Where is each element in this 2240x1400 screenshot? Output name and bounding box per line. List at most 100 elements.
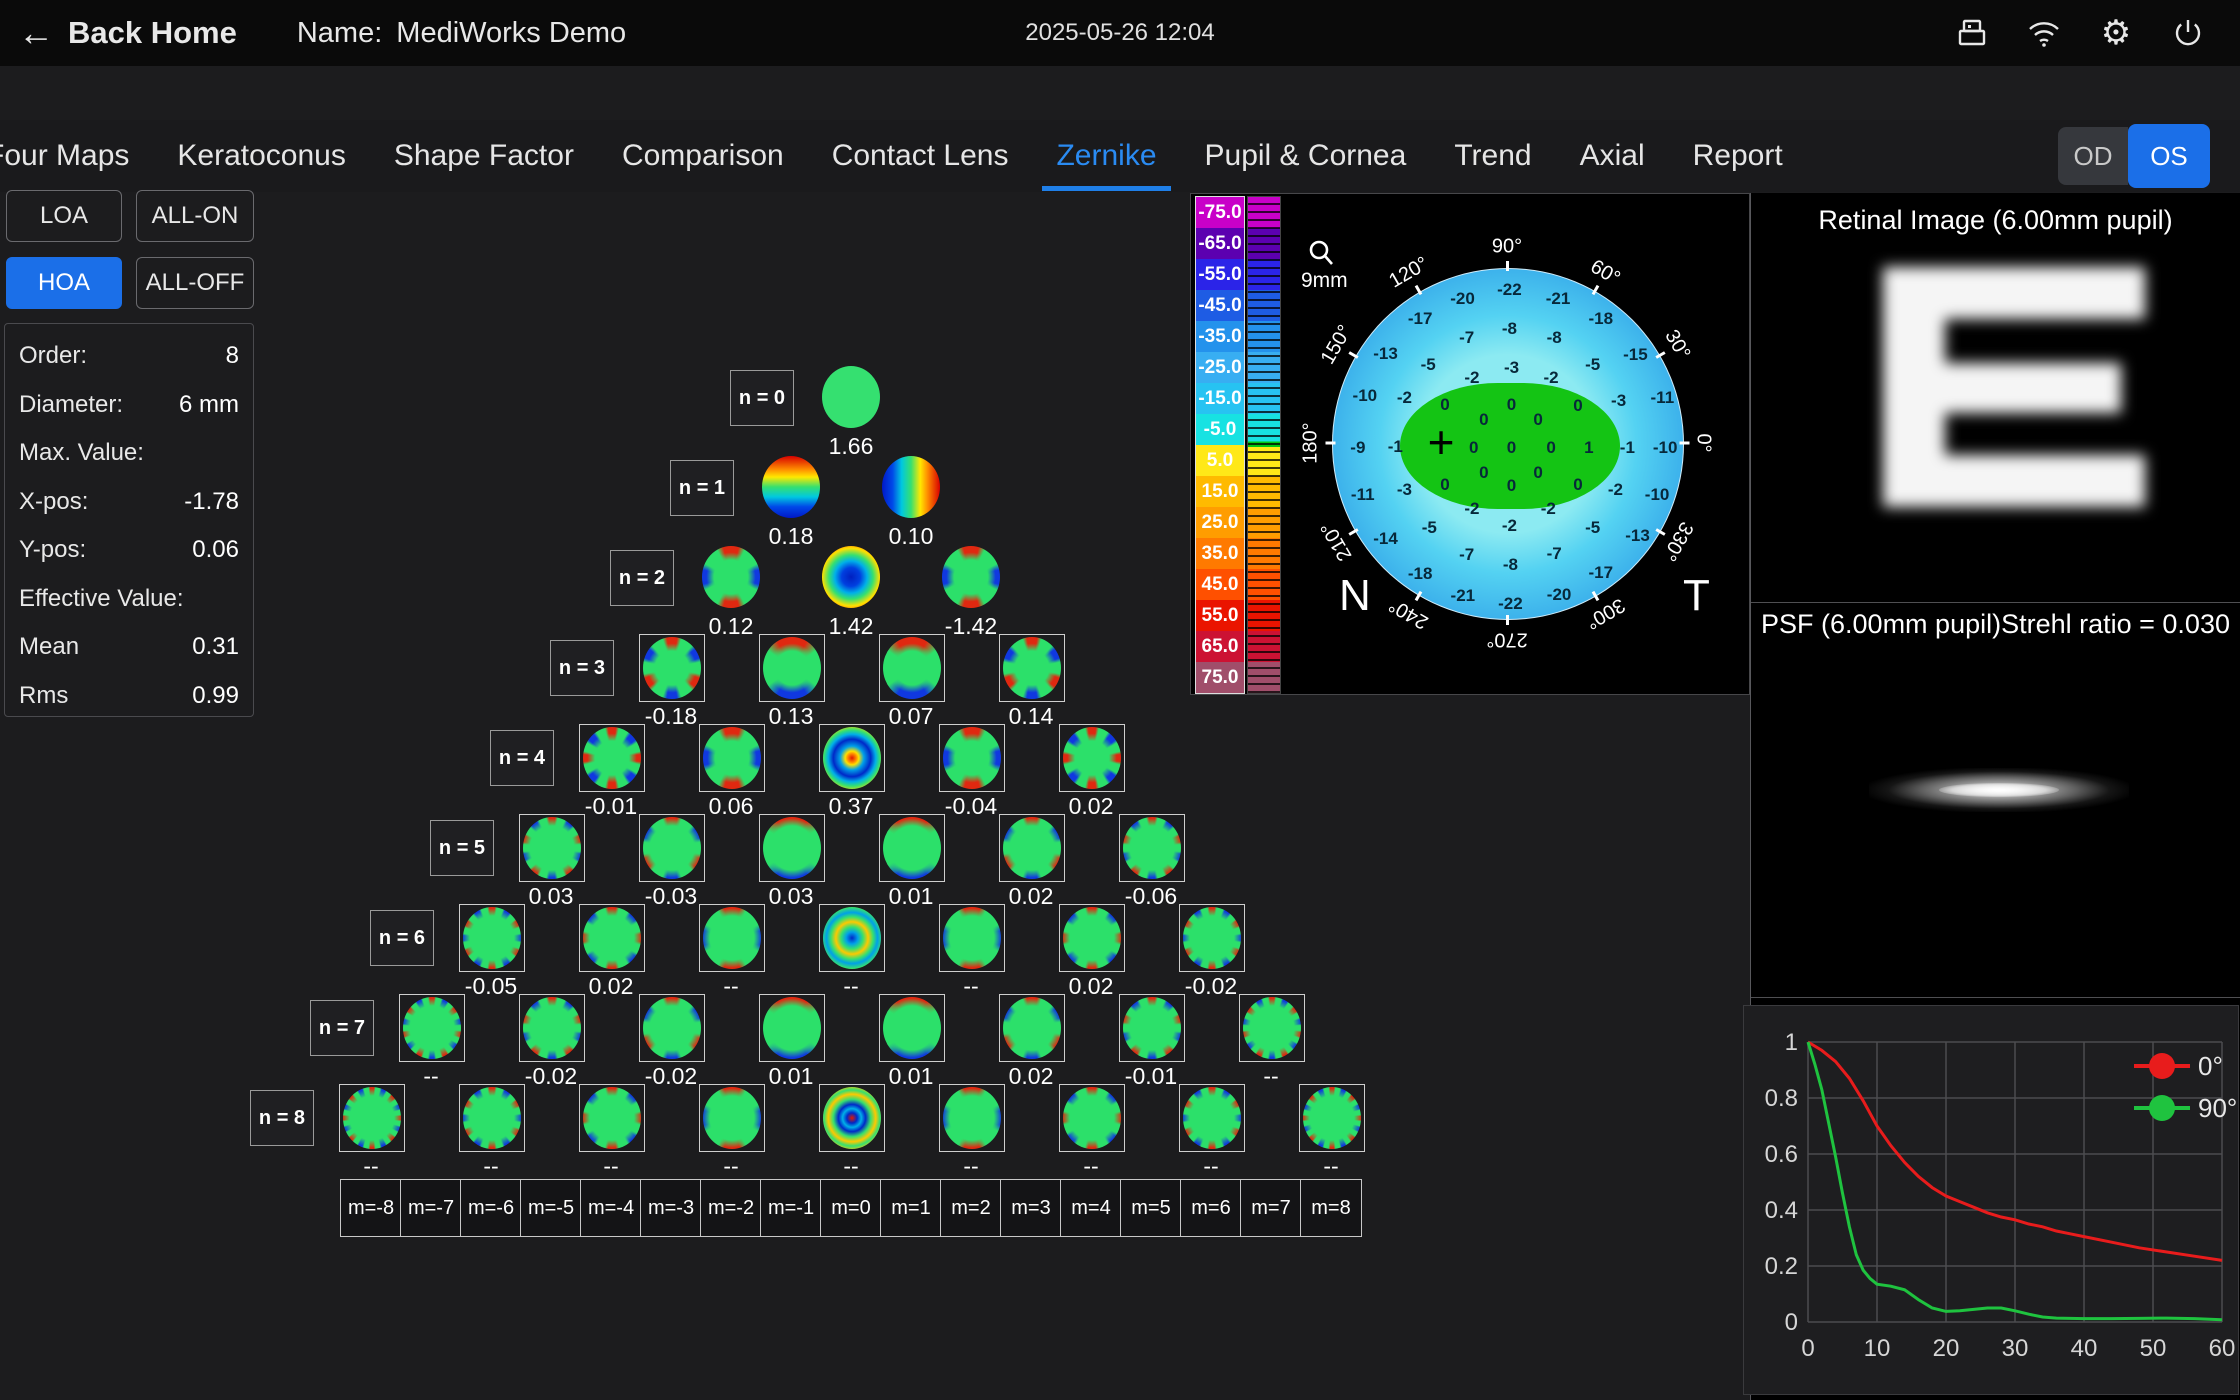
- zernike-cell-n3-m-3[interactable]: [639, 634, 705, 702]
- zernike-cell-n5-m-5[interactable]: [519, 814, 585, 882]
- zernike-polynomial-thumb: [763, 637, 821, 699]
- zernike-polynomial-thumb: [583, 727, 641, 789]
- zernike-polynomial-thumb: [1243, 997, 1301, 1059]
- retinal-image-blurred-e: [1883, 267, 2145, 507]
- zernike-cell-n4-m-4[interactable]: [579, 724, 645, 792]
- color-scale-block-65.0: 65.0: [1196, 631, 1244, 662]
- order-label-n6: n = 6: [370, 910, 434, 966]
- zernike-cell-n8-m2[interactable]: [939, 1084, 1005, 1152]
- zernike-polynomial-thumb: [1303, 1087, 1361, 1149]
- zernike-cell-n5-m1[interactable]: [879, 814, 945, 882]
- map-value-point: -17: [1588, 563, 1613, 583]
- color-scale-block--25.0: -25.0: [1196, 352, 1244, 383]
- zernike-cell-n6-m6[interactable]: [1179, 904, 1245, 972]
- m-label-4: m=4: [1060, 1179, 1122, 1237]
- map-value-point: -7: [1459, 545, 1474, 565]
- map-value-point: -20: [1450, 289, 1475, 309]
- zernike-cell-n5-m3[interactable]: [999, 814, 1065, 882]
- zernike-cell-n6-m-6[interactable]: [459, 904, 525, 972]
- zernike-cell-n2-m2[interactable]: [939, 544, 1003, 610]
- zernike-polynomial-thumb: [703, 907, 761, 969]
- mtf-chart-svg: 010203040506000.20.40.60.810°90°: [1744, 1006, 2238, 1394]
- zernike-polynomial-thumb: [643, 817, 701, 879]
- zernike-cell-n6-m-4[interactable]: [579, 904, 645, 972]
- map-value-point: -1: [1620, 438, 1635, 458]
- zernike-cell-n8-m8[interactable]: [1299, 1084, 1365, 1152]
- zernike-polynomial-thumb: [1063, 727, 1121, 789]
- zernike-polynomial-thumb: [763, 817, 821, 879]
- zernike-cell-n4-m4[interactable]: [1059, 724, 1125, 792]
- zernike-cell-n1-m-1[interactable]: [759, 454, 823, 520]
- zernike-cell-n5-m-1[interactable]: [759, 814, 825, 882]
- zernike-cell-n3-m-1[interactable]: [759, 634, 825, 702]
- zernike-cell-n7-m-1[interactable]: [759, 994, 825, 1062]
- zernike-polynomial-thumb: [1003, 817, 1061, 879]
- map-value-point: -5: [1585, 355, 1600, 375]
- svg-text:0: 0: [1785, 1309, 1798, 1336]
- zernike-cell-n4-m-2[interactable]: [699, 724, 765, 792]
- zernike-coefficient-value: --: [436, 1153, 546, 1180]
- zernike-cell-n3-m1[interactable]: [879, 634, 945, 702]
- zernike-cell-n7-m1[interactable]: [879, 994, 945, 1062]
- map-value-point: -20: [1547, 585, 1572, 605]
- zernike-polynomial-thumb: [703, 727, 761, 789]
- zernike-polynomial-thumb: [762, 456, 820, 518]
- zernike-cell-n5-m-3[interactable]: [639, 814, 705, 882]
- zernike-cell-n6-m4[interactable]: [1059, 904, 1125, 972]
- angle-label-90: 90°: [1492, 236, 1522, 259]
- zernike-cell-n2-m0[interactable]: [819, 544, 883, 610]
- zernike-cell-n6-m-2[interactable]: [699, 904, 765, 972]
- zernike-cell-n7-m5[interactable]: [1119, 994, 1185, 1062]
- map-value-point: -17: [1408, 309, 1433, 329]
- map-value-point: -8: [1502, 319, 1517, 339]
- zernike-cell-n2-m-2[interactable]: [699, 544, 763, 610]
- m-label-2: m=2: [940, 1179, 1002, 1237]
- map-value-point: -7: [1547, 544, 1562, 564]
- zernike-cell-n7-m-5[interactable]: [519, 994, 585, 1062]
- mtf-chart: 010203040506000.20.40.60.810°90°: [1743, 1005, 2239, 1395]
- color-scale: -75.0-65.0-55.0-45.0-35.0-25.0-15.0-5.05…: [1195, 196, 1245, 694]
- color-scale-block-45.0: 45.0: [1196, 569, 1244, 600]
- zernike-cell-n6-m0[interactable]: [819, 904, 885, 972]
- zernike-cell-n0-m0[interactable]: [819, 364, 883, 430]
- angle-tick-270: [1506, 615, 1509, 625]
- svg-text:60: 60: [2209, 1335, 2236, 1362]
- angle-tick-90: [1506, 261, 1509, 271]
- zernike-cell-n3-m3[interactable]: [999, 634, 1065, 702]
- zernike-cell-n7-m-7[interactable]: [399, 994, 465, 1062]
- map-value-point: -2: [1464, 499, 1479, 519]
- zernike-analysis-screen: ← Back Home Name: MediWorks Demo 2025-05…: [0, 0, 2240, 1400]
- zernike-cell-n8-m-6[interactable]: [459, 1084, 525, 1152]
- zernike-cell-n4-m0[interactable]: [819, 724, 885, 792]
- zernike-cell-n1-m1[interactable]: [879, 454, 943, 520]
- zernike-polynomial-thumb: [883, 637, 941, 699]
- cornea-map-panel: -75.0-65.0-55.0-45.0-35.0-25.0-15.0-5.05…: [1190, 193, 1750, 695]
- zernike-cell-n6-m2[interactable]: [939, 904, 1005, 972]
- zernike-cell-n8-m-8[interactable]: [339, 1084, 405, 1152]
- zernike-coefficient-value: --: [1276, 1153, 1386, 1180]
- zernike-cell-n7-m7[interactable]: [1239, 994, 1305, 1062]
- zernike-polynomial-thumb: [1003, 997, 1061, 1059]
- zernike-cell-n8-m0[interactable]: [819, 1084, 885, 1152]
- zernike-cell-n4-m2[interactable]: [939, 724, 1005, 792]
- order-label-n2: n = 2: [610, 550, 674, 606]
- zernike-cell-n8-m6[interactable]: [1179, 1084, 1245, 1152]
- zernike-polynomial-thumb: [823, 1087, 881, 1149]
- zernike-polynomial-thumb: [643, 997, 701, 1059]
- psf-image-core: [1939, 783, 2059, 797]
- map-value-point: -2: [1464, 368, 1479, 388]
- zernike-cell-n8-m-4[interactable]: [579, 1084, 645, 1152]
- zernike-cell-n8-m-2[interactable]: [699, 1084, 765, 1152]
- zernike-cell-n8-m4[interactable]: [1059, 1084, 1125, 1152]
- m-label--8: m=-8: [340, 1179, 402, 1237]
- color-scale-strip: [1247, 196, 1281, 694]
- map-value-point: -14: [1373, 529, 1398, 549]
- map-value-point: -2: [1397, 388, 1412, 408]
- map-value-point: -5: [1585, 518, 1600, 538]
- zernike-cell-n7-m3[interactable]: [999, 994, 1065, 1062]
- zernike-coefficient-value: --: [676, 1153, 786, 1180]
- zernike-polynomial-thumb: [823, 727, 881, 789]
- map-value-point: -1: [1388, 437, 1403, 457]
- zernike-cell-n7-m-3[interactable]: [639, 994, 705, 1062]
- zernike-cell-n5-m5[interactable]: [1119, 814, 1185, 882]
